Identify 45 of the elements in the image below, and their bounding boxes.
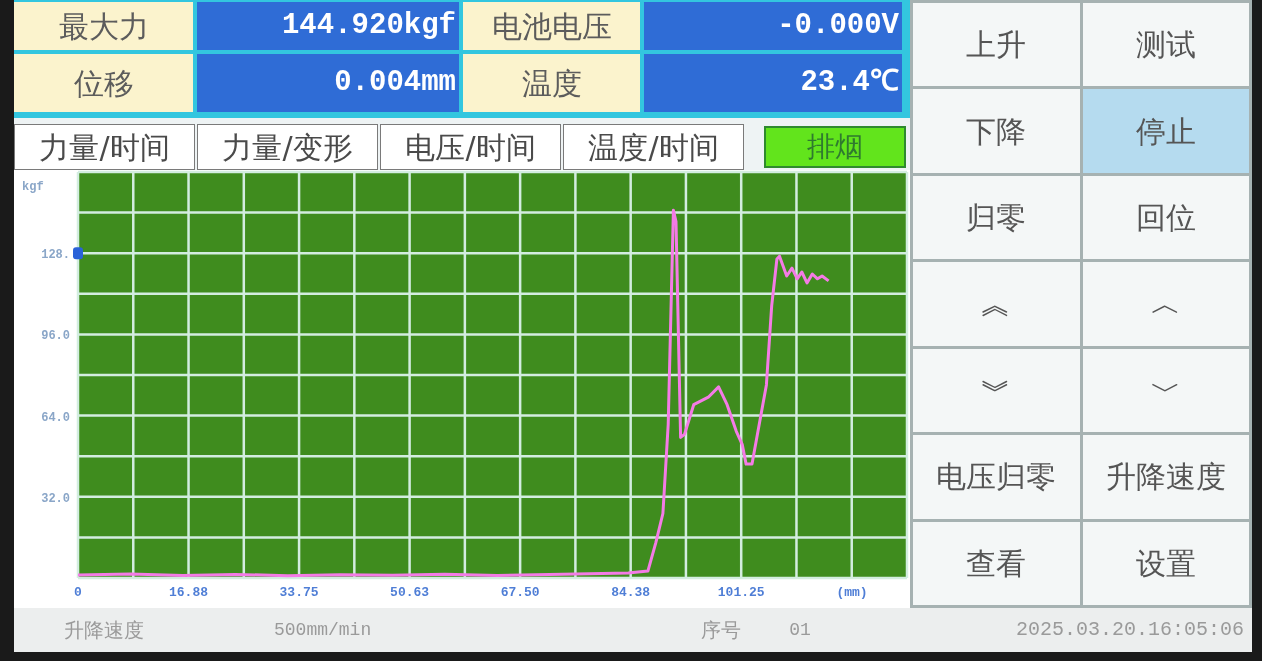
control-button[interactable]: 查看	[913, 521, 1080, 605]
x-tick-label: 101.25	[717, 585, 765, 600]
control-button[interactable]: ︿	[1082, 262, 1249, 346]
y-tick-label: 96.0	[41, 329, 70, 344]
serial-label: 序号	[701, 617, 742, 644]
serial-value: 01	[789, 618, 811, 642]
control-button[interactable]: 升降速度	[1082, 435, 1249, 519]
control-button[interactable]: 下降	[913, 89, 1080, 173]
speed-value: 500mm/min	[274, 618, 372, 642]
datetime: 2025.03.20.16:05:06	[1015, 617, 1244, 643]
x-axis-unit: (mm)	[836, 585, 868, 600]
control-button[interactable]: 测试	[1082, 3, 1249, 87]
speed-label: 升降速度	[64, 617, 144, 644]
chart-tab[interactable]: 力量/变形	[197, 124, 378, 170]
y-tick-label: 128.	[41, 248, 70, 263]
control-button[interactable]: ︾	[913, 348, 1080, 433]
reading-label: 电池电压	[463, 2, 640, 50]
control-button[interactable]: 上升	[913, 3, 1080, 87]
y-tick-label: 32.0	[41, 491, 70, 506]
x-tick-label: 50.63	[390, 585, 430, 600]
x-tick-label: 84.38	[611, 585, 651, 600]
x-tick-label: 0	[74, 585, 82, 600]
y-tick-label: 64.0	[41, 410, 70, 425]
control-button[interactable]: ﹀	[1082, 348, 1249, 433]
chart-tab[interactable]: 温度/时间	[563, 124, 744, 170]
reading-value: 23.4℃	[644, 54, 902, 112]
chart-tab[interactable]: 力量/时间	[14, 124, 195, 170]
reading-value: 0.004mm	[197, 54, 459, 112]
control-button[interactable]: 停止	[1082, 89, 1249, 173]
x-tick-label: 33.75	[279, 585, 319, 600]
control-button[interactable]: 归零	[913, 175, 1080, 260]
control-button[interactable]: 设置	[1082, 521, 1249, 605]
reading-label: 位移	[14, 54, 193, 112]
control-button[interactable]: ︽	[913, 262, 1080, 346]
chart-tab[interactable]: 电压/时间	[380, 124, 561, 170]
reading-value: -0.000V	[644, 2, 902, 50]
axis-marker-icon	[73, 247, 83, 260]
control-button[interactable]: 回位	[1082, 175, 1249, 260]
reading-label: 最大力	[14, 2, 193, 50]
reading-label: 温度	[463, 54, 640, 112]
x-tick-label: 67.50	[500, 585, 540, 600]
control-button[interactable]: 电压归零	[913, 435, 1080, 519]
x-tick-label: 16.88	[169, 585, 209, 600]
reading-value: 144.920kgf	[197, 2, 459, 50]
y-axis-unit: kgf	[22, 180, 44, 194]
